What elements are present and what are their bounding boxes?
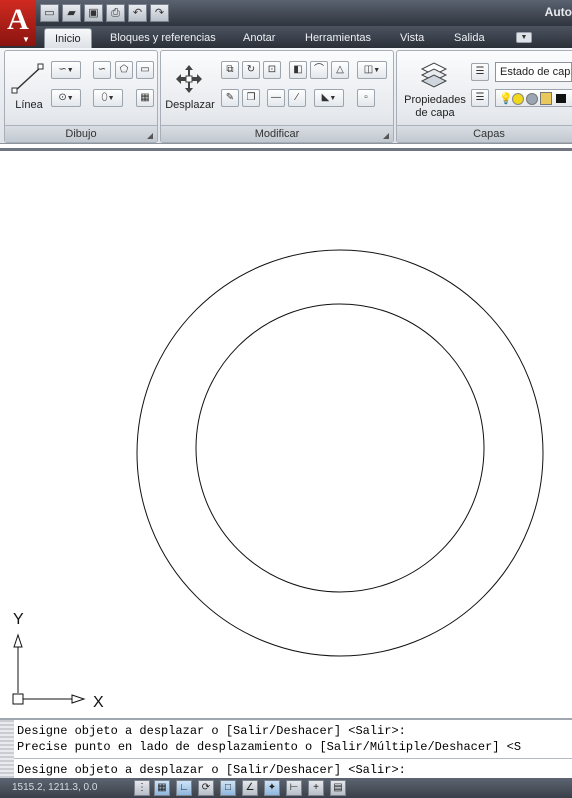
offset-icon[interactable]: ▫ [357, 89, 375, 107]
trim-icon[interactable]: ⊡ [263, 61, 281, 79]
print-icon[interactable]: ⎙ [106, 4, 125, 22]
polyline-icon[interactable]: ∽▼ [51, 61, 81, 79]
panel-modify: Desplazar ⧉ ↻ ⊡ ◧ ⌒ △ ◫▼ ✎ ❐ — ∕ ◣▼ ▫ Mo… [160, 50, 394, 143]
explode-icon[interactable]: ❐ [242, 89, 260, 107]
layer-state-icon[interactable]: ☰ [471, 63, 489, 81]
line-button-label[interactable]: Línea [9, 99, 49, 112]
copy-icon[interactable]: ⧉ [221, 61, 239, 79]
redo-icon[interactable]: ↷ [150, 4, 169, 22]
layer-state-combo[interactable]: Estado de capa [495, 62, 572, 82]
ellipse-icon[interactable]: ⬯▼ [93, 89, 123, 107]
ortho-mode-icon[interactable]: ∟ [176, 780, 192, 796]
command-separator [14, 758, 572, 759]
tab-anotar[interactable]: Anotar [243, 28, 275, 48]
erase-icon[interactable]: ✎ [221, 89, 239, 107]
lineweight-icon[interactable]: + [308, 780, 324, 796]
snap-mode-icon[interactable]: ⋮ [134, 780, 150, 796]
panel-modify-title: Modificar [161, 125, 393, 142]
drawing-canvas[interactable]: Y X [0, 151, 572, 718]
join-icon[interactable]: ∕ [288, 89, 306, 107]
object-snap-icon[interactable]: □ [220, 780, 236, 796]
break-icon[interactable]: — [267, 89, 285, 107]
ucs-x-label: X [93, 694, 104, 711]
lightbulb-icon: 💡 [499, 93, 513, 105]
inner-circle[interactable] [195, 303, 485, 593]
object-snap-tracking-icon[interactable]: ∠ [242, 780, 258, 796]
tab-bloques-y-referencias[interactable]: Bloques y referencias [110, 28, 216, 48]
outer-circle[interactable] [136, 249, 544, 657]
dynamic-input-icon[interactable]: ⊢ [286, 780, 302, 796]
command-history-line-1: Designe objeto a desplazar o [Salir/Desh… [17, 724, 406, 738]
polygon-icon[interactable]: ⬠ [115, 61, 133, 79]
quick-properties-icon[interactable]: ▤ [330, 780, 346, 796]
command-window-grip[interactable] [0, 720, 14, 778]
rotate-icon[interactable]: ↻ [242, 61, 260, 79]
grid-display-icon[interactable]: ▦ [154, 780, 170, 796]
layer-dropdown[interactable]: 💡 [495, 89, 572, 107]
command-history-line-2: Precise punto en lado de desplazamiento … [17, 740, 522, 754]
layer-list-icon[interactable]: ☰ [471, 89, 489, 107]
polar-tracking-icon[interactable]: ⟳ [198, 780, 214, 796]
mirror-icon[interactable]: △ [331, 61, 349, 79]
tab-vista[interactable]: Vista [400, 28, 424, 48]
panel-draw: Línea ∽▼ ∽ ⬠ ▭ ⊙▼ ⬯▼ ▦ Dibujo [4, 50, 158, 143]
new-icon[interactable]: ▭ [40, 4, 59, 22]
move-icon[interactable] [173, 63, 205, 95]
window-title: Auto [544, 5, 572, 19]
color-swatch [556, 94, 566, 103]
command-window: Designe objeto a desplazar o [Salir/Desh… [0, 718, 572, 778]
panel-layers-title: Capas [397, 125, 572, 142]
tab-salida[interactable]: Salida [454, 28, 485, 48]
rectangle-icon[interactable]: ▭ [136, 61, 154, 79]
application-menu-button[interactable]: A ▼ [0, 0, 36, 46]
dynamic-ucs-icon[interactable]: ✦ [264, 780, 280, 796]
chevron-down-icon: ▼ [22, 35, 30, 44]
ribbon-minimize-button[interactable]: ▼ [516, 32, 532, 43]
open-icon[interactable]: ▰ [62, 4, 81, 22]
chamfer-icon[interactable]: ◣▼ [314, 89, 344, 107]
circle-icon[interactable]: ⊙▼ [51, 89, 81, 107]
array-icon[interactable]: ◫▼ [357, 61, 387, 79]
lock-icon [540, 92, 552, 105]
tab-herramientas[interactable]: Herramientas [305, 28, 371, 48]
ucs-y-label: Y [13, 611, 24, 628]
sun-icon [512, 93, 524, 105]
panel-launcher-icon[interactable] [147, 133, 153, 139]
coordinates-display[interactable]: 1515.2, 1211.3, 0.0 [12, 782, 97, 793]
command-input[interactable]: Designe objeto a desplazar o [Salir/Desh… [17, 763, 406, 777]
save-icon[interactable]: ▣ [84, 4, 103, 22]
fillet-icon[interactable]: ⌒ [310, 61, 328, 79]
undo-icon[interactable]: ↶ [128, 4, 147, 22]
move-button-label[interactable]: Desplazar [161, 99, 219, 112]
layer-properties-icon[interactable] [419, 59, 449, 93]
line-icon[interactable] [11, 63, 45, 95]
ucs-icon [12, 633, 86, 705]
freeze-icon [526, 93, 538, 105]
panel-launcher-icon[interactable] [383, 133, 389, 139]
layer-properties-label-1[interactable]: Propiedades [399, 94, 471, 107]
ribbon-tab-bar: Inicio Bloques y referencias Anotar Herr… [0, 26, 572, 48]
tab-inicio[interactable]: Inicio [44, 28, 92, 48]
quick-access-toolbar: ▭ ▰ ▣ ⎙ ↶ ↷ [40, 4, 169, 22]
stretch-icon[interactable]: ◧ [289, 61, 307, 79]
drawing-area[interactable]: Y X [0, 148, 572, 718]
hatch-icon[interactable]: ▦ [136, 89, 154, 107]
spline-icon[interactable]: ∽ [93, 61, 111, 79]
panel-draw-title: Dibujo [5, 125, 157, 142]
layer-properties-label-2[interactable]: de capa [399, 107, 471, 120]
